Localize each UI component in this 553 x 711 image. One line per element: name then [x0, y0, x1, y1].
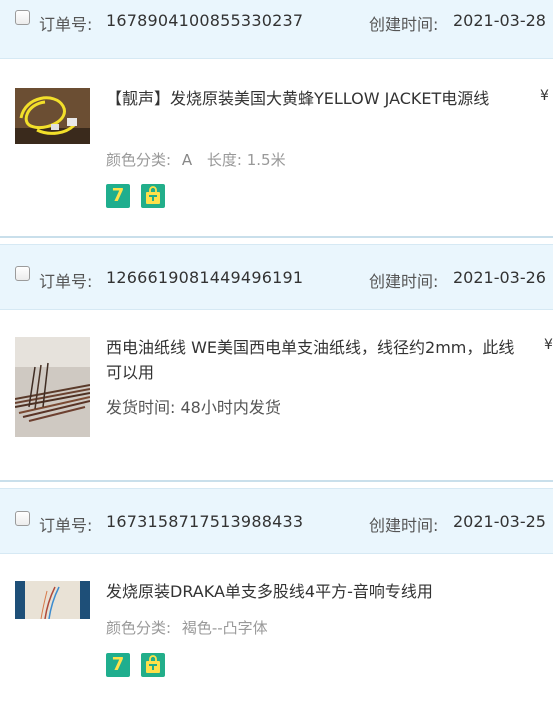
order-checkbox[interactable]	[15, 511, 30, 526]
color-label: 颜色分类:	[106, 151, 172, 169]
order-number: 1673158717513988433	[106, 512, 304, 531]
price-currency: ¥	[540, 88, 549, 104]
order-number: 1678904100855330237	[106, 11, 304, 30]
color-value: 褐色--凸字体	[181, 619, 268, 637]
order-separator	[0, 480, 553, 482]
order-checkbox[interactable]	[15, 266, 30, 281]
length-label: 长度:	[206, 151, 242, 169]
length-value: 1.5米	[246, 151, 286, 169]
color-value: A	[181, 151, 193, 169]
shopping-bag-icon	[141, 653, 165, 677]
product-title[interactable]: 西电油纸线 WE美国西电单支油纸线，线径约2mm，此线可以用	[106, 335, 516, 385]
product-attributes: 颜色分类: A 长度: 1.5米	[106, 149, 286, 170]
order-no-label: 订单号:	[39, 516, 93, 535]
order-header: 订单号: 1678904100855330237 创建时间: 2021-03-2…	[0, 0, 553, 59]
shipping-info: 发货时间: 48小时内发货	[106, 394, 281, 418]
created-date: 2021-03-26	[453, 268, 546, 287]
created-time-label: 创建时间:	[369, 516, 439, 535]
order-no-label: 订单号:	[39, 272, 93, 291]
product-thumbnail[interactable]	[15, 581, 90, 619]
seven-day-return-icon: 7	[106, 653, 130, 677]
product-thumbnail[interactable]	[15, 337, 90, 437]
created-date: 2021-03-28	[453, 11, 546, 30]
ship-value: 48小时内发货	[180, 398, 281, 417]
product-thumbnail[interactable]	[15, 88, 90, 144]
ship-label: 发货时间:	[106, 398, 176, 417]
created-date: 2021-03-25	[453, 512, 546, 531]
order-separator	[0, 236, 553, 238]
created-time-label: 创建时间:	[369, 15, 439, 34]
order-header: 订单号: 1673158717513988433 创建时间: 2021-03-2…	[0, 488, 553, 554]
color-label: 颜色分类:	[106, 619, 172, 637]
order-card: 订单号: 1673158717513988433 创建时间: 2021-03-2…	[0, 488, 553, 711]
seven-day-return-icon: 7	[106, 184, 130, 208]
product-title[interactable]: 【靓声】发烧原装美国大黄蜂YELLOW JACKET电源线	[106, 86, 516, 111]
created-time-label: 创建时间:	[369, 272, 439, 291]
order-header: 订单号: 1266619081449496191 创建时间: 2021-03-2…	[0, 244, 553, 310]
product-attributes: 颜色分类: 褐色--凸字体	[106, 617, 268, 638]
order-card: 订单号: 1678904100855330237 创建时间: 2021-03-2…	[0, 0, 553, 233]
order-no-label: 订单号:	[39, 15, 93, 34]
product-title[interactable]: 发烧原装DRAKA单支多股线4平方-音响专线用	[106, 579, 516, 604]
shopping-bag-icon	[141, 184, 165, 208]
order-number: 1266619081449496191	[106, 268, 304, 287]
order-card: 订单号: 1266619081449496191 创建时间: 2021-03-2…	[0, 244, 553, 480]
order-checkbox[interactable]	[15, 10, 30, 25]
price-currency: ¥	[544, 337, 553, 353]
